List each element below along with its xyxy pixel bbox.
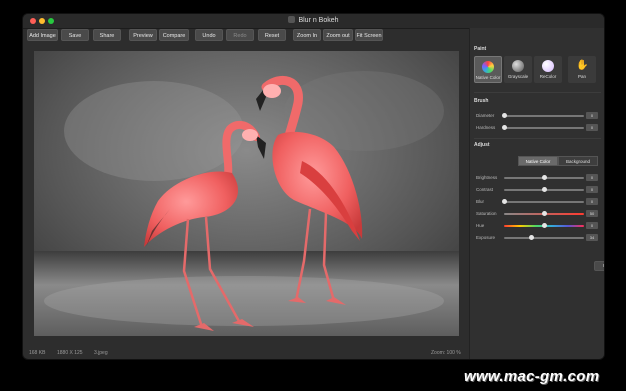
mode-grayscale[interactable]: Grayscale — [504, 56, 532, 83]
paint-section-title: Paint — [474, 46, 487, 52]
slider-label: Exposure — [476, 235, 496, 240]
divider — [474, 138, 601, 139]
slider-track[interactable] — [504, 235, 584, 240]
slider-track[interactable] — [504, 211, 584, 216]
hand-icon: ✋ — [576, 60, 589, 71]
slider-value[interactable]: 50 — [586, 210, 598, 217]
adjust-section-title: Adjust — [474, 142, 490, 148]
zoom-in-button[interactable]: Zoom In — [293, 29, 321, 41]
slider-track[interactable] — [504, 223, 584, 228]
recolor-ball-icon — [542, 60, 554, 72]
slider-track[interactable] — [504, 187, 584, 192]
slider-label: Brightness — [476, 175, 498, 180]
slider-exposure[interactable]: Exposure 34 — [474, 234, 601, 242]
fit-screen-button[interactable]: Fit Screen — [355, 29, 383, 41]
tab-native-color[interactable]: Native Color — [518, 156, 558, 166]
brush-section-title: Brush — [474, 98, 489, 104]
slider-diameter[interactable]: Diameter 0 — [474, 112, 601, 120]
image-dimensions: 1880 X 125 — [57, 350, 83, 356]
window-title: Blur n Bokeh — [23, 16, 604, 24]
slider-brightness[interactable]: Brightness 0 — [474, 174, 601, 182]
watermark-text: www.mac-gm.com — [464, 368, 600, 385]
slider-value[interactable]: 0 — [586, 174, 598, 181]
slider-value[interactable]: 0 — [586, 124, 598, 131]
slider-label: Hardness — [476, 125, 496, 130]
add-image-button[interactable]: Add Image — [27, 29, 58, 41]
slider-label: Hue — [476, 223, 485, 228]
slider-saturation[interactable]: Saturation 50 — [474, 210, 601, 218]
file-name: 3.jpeg — [94, 350, 108, 356]
slider-knob[interactable] — [542, 175, 547, 180]
divider — [474, 92, 601, 93]
slider-value[interactable]: 0 — [586, 186, 598, 193]
slider-knob[interactable] — [502, 113, 507, 118]
slider-knob[interactable] — [542, 211, 547, 216]
slider-value[interactable]: 0 — [586, 198, 598, 205]
reset-button[interactable]: Reset — [258, 29, 286, 41]
tab-background[interactable]: Background — [558, 156, 598, 166]
status-bar: 168 KB 1880 X 125 3.jpeg Zoom: 100 % — [23, 347, 469, 359]
file-size: 168 KB — [29, 350, 46, 356]
app-icon — [288, 16, 296, 23]
mode-native-color[interactable]: Native Color — [474, 56, 502, 83]
redo-button[interactable]: Redo — [226, 29, 254, 41]
slider-knob[interactable] — [542, 223, 547, 228]
slider-value[interactable]: 0 — [586, 112, 598, 119]
slider-blur[interactable]: Blur 0 — [474, 198, 601, 206]
slider-track[interactable] — [504, 175, 584, 180]
save-button[interactable]: Save — [61, 29, 89, 41]
title-bar: Blur n Bokeh — [23, 14, 604, 29]
slider-track[interactable] — [502, 199, 584, 204]
undo-button[interactable]: Undo — [195, 29, 223, 41]
image-canvas[interactable] — [34, 51, 459, 336]
slider-label: Blur — [476, 199, 485, 204]
preview-button[interactable]: Preview — [129, 29, 157, 41]
mode-recolor[interactable]: ReColor — [534, 56, 562, 83]
app-window: Blur n Bokeh Add Image Save Share Previe… — [23, 14, 604, 359]
side-panel: Paint Native Color Grayscale ReColor ✋ P… — [469, 28, 604, 359]
adjust-reset-button[interactable]: Reset — [594, 261, 604, 271]
zoom-out-button[interactable]: Zoom out — [323, 29, 353, 41]
slider-value[interactable]: 34 — [586, 234, 598, 241]
slider-hardness[interactable]: Hardness 0 — [474, 124, 601, 132]
mode-pan[interactable]: ✋ Pan — [568, 56, 596, 83]
slider-knob[interactable] — [542, 187, 547, 192]
color-wheel-icon — [482, 61, 494, 73]
slider-hue[interactable]: Hue 0 — [474, 222, 601, 230]
slider-track[interactable] — [502, 125, 584, 130]
slider-knob[interactable] — [502, 199, 507, 204]
slider-track[interactable] — [502, 113, 584, 118]
slider-knob[interactable] — [502, 125, 507, 130]
slider-label: Diameter — [476, 113, 495, 118]
slider-knob[interactable] — [529, 235, 535, 240]
share-button[interactable]: Share — [93, 29, 121, 41]
toolbar: Add Image Save Share Preview Compare Und… — [23, 29, 469, 43]
slider-value[interactable]: 0 — [586, 222, 598, 229]
slider-label: Saturation — [476, 211, 497, 216]
compare-button[interactable]: Compare — [159, 29, 189, 41]
zoom-level: Zoom: 100 % — [431, 350, 461, 356]
grayscale-ball-icon — [512, 60, 524, 72]
flamingo-photo — [34, 51, 459, 336]
slider-contrast[interactable]: Contrast 0 — [474, 186, 601, 194]
slider-label: Contrast — [476, 187, 494, 192]
